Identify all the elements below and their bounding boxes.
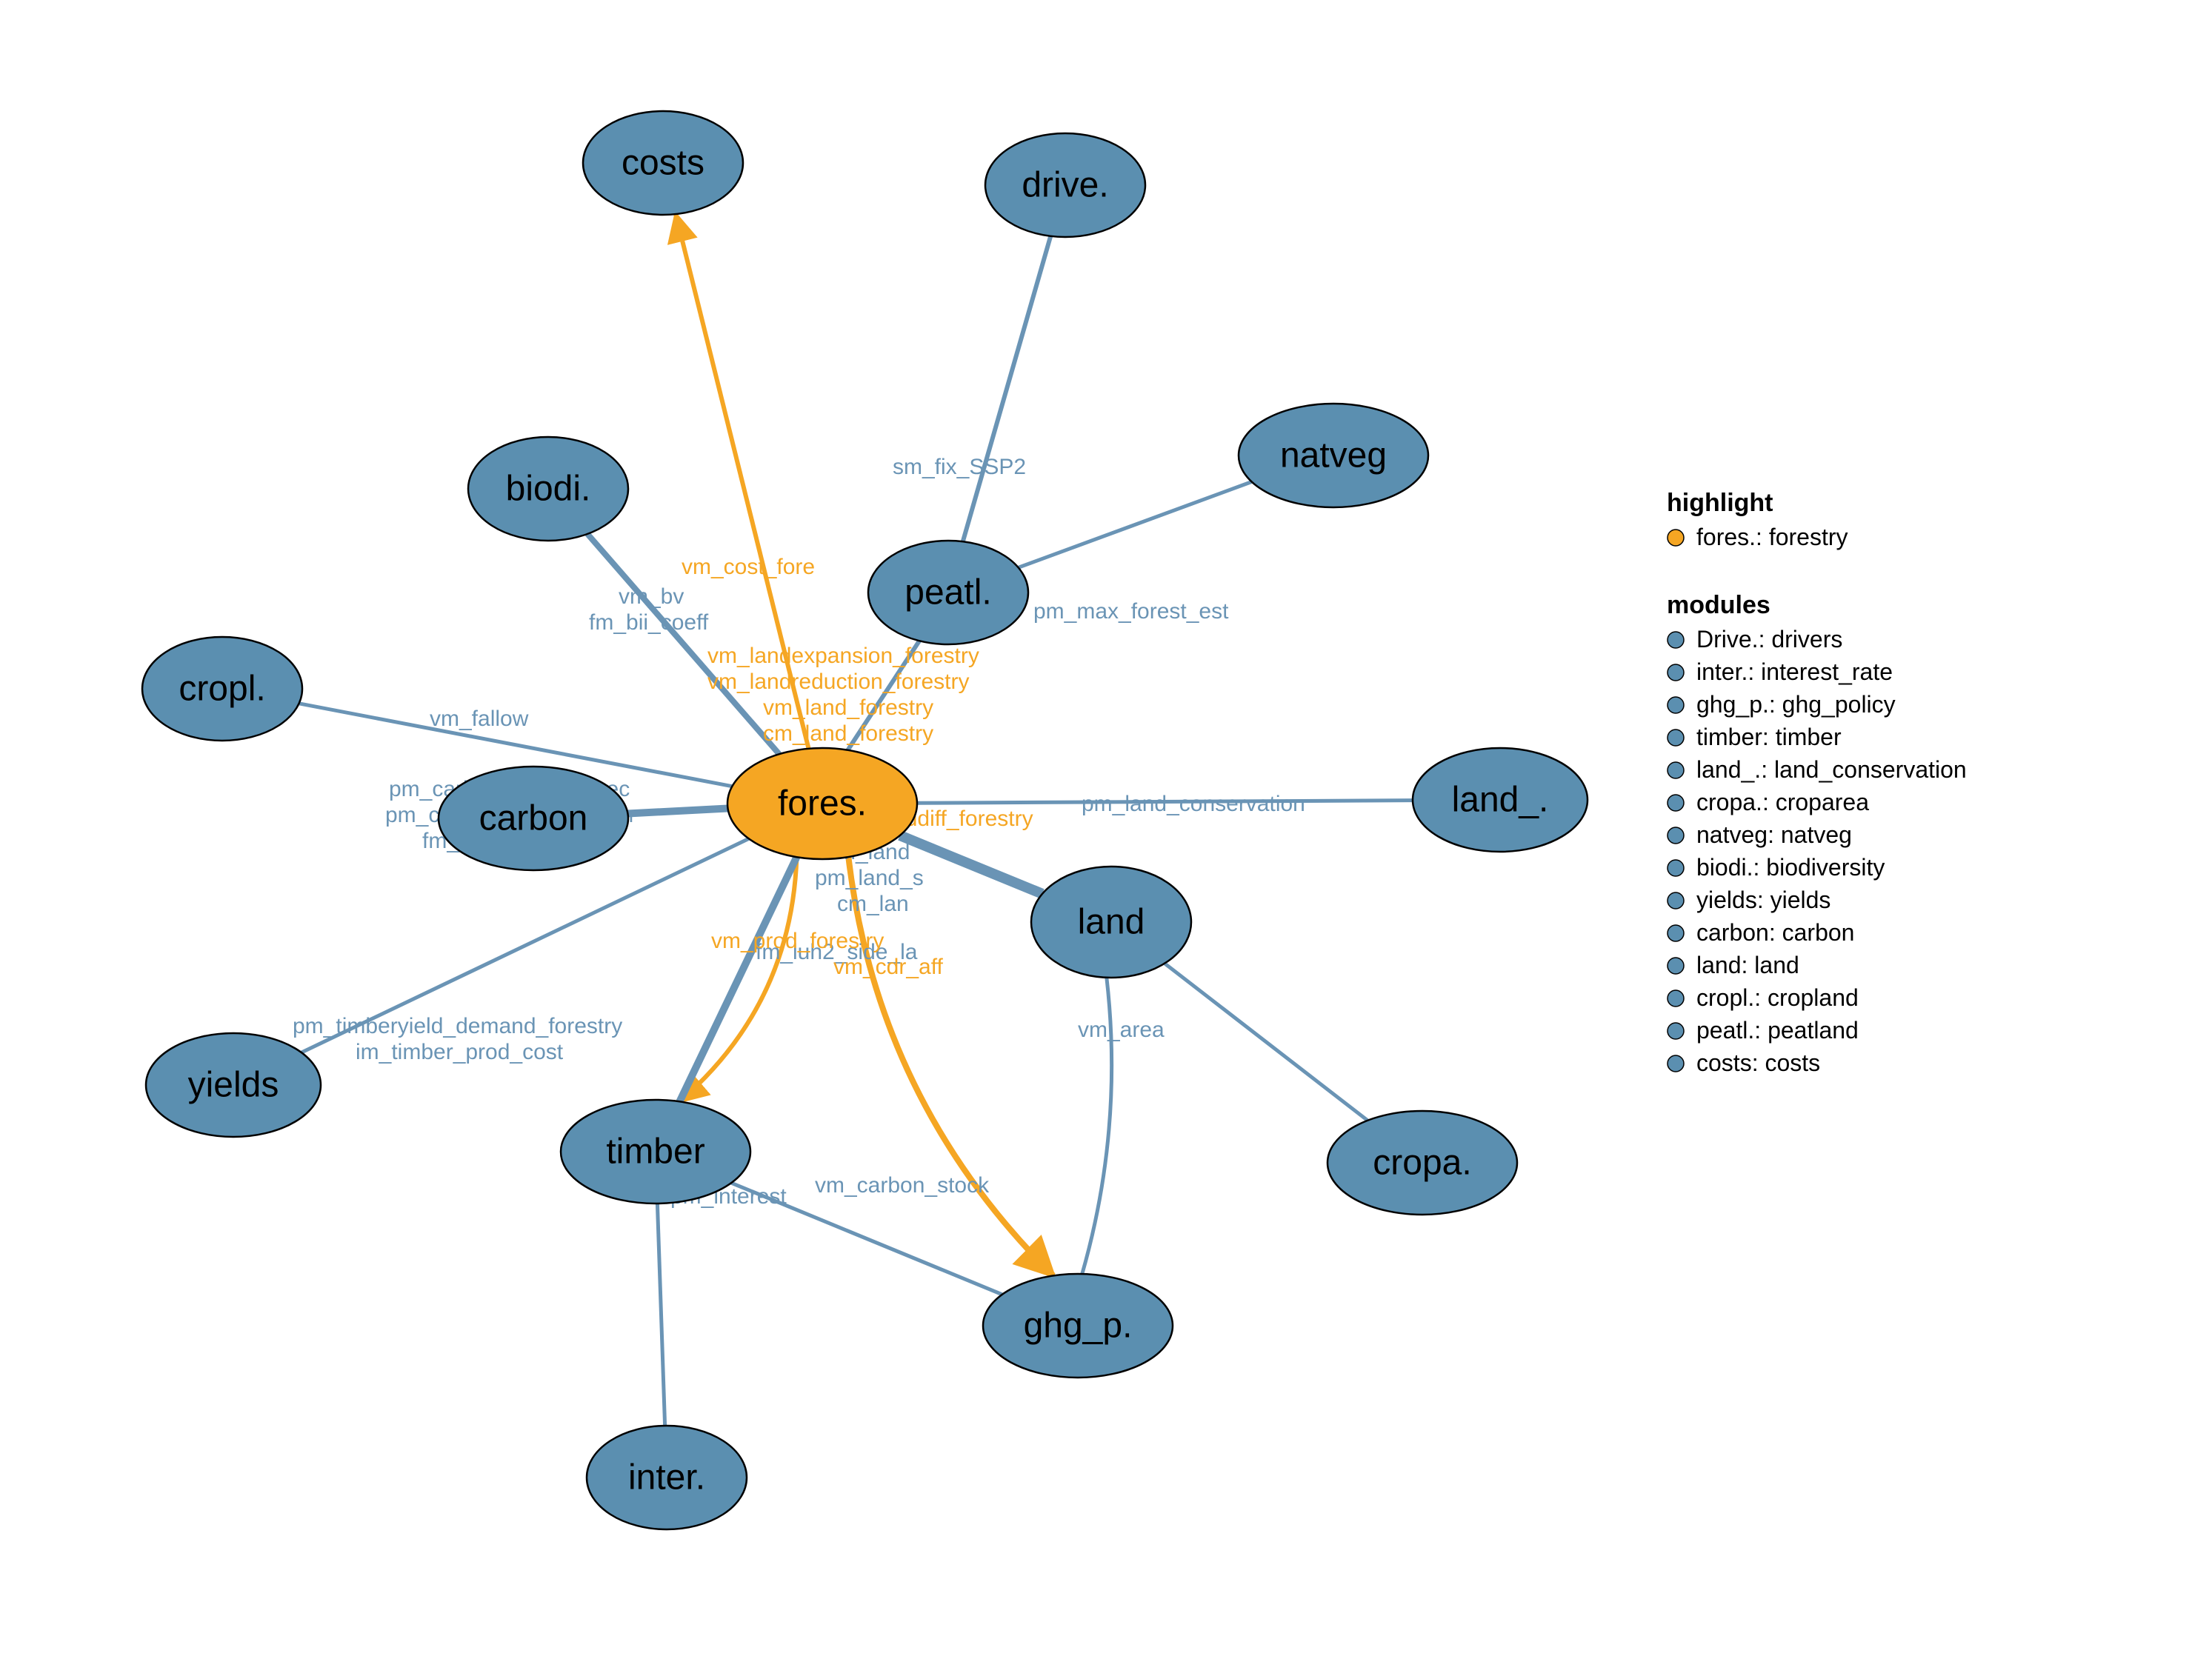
module-network-diagram: sm_fix_SSP2 pm_max_forest_est vm_bvfm_bii_… [0, 0, 2212, 1659]
node-cropa: cropa. [1327, 1111, 1517, 1215]
legend-highlight-item: fores.: forestry [1696, 524, 1848, 550]
legend-dot-blue-icon [1668, 827, 1684, 844]
node-label: ghg_p. [1024, 1306, 1133, 1346]
edge-inter-timber [657, 1204, 664, 1426]
legend-module-item: cropa.: croparea [1696, 789, 1869, 815]
node-drive: drive. [985, 133, 1145, 237]
legend-dot-blue-icon [1668, 632, 1684, 648]
legend-modules-title: modules [1667, 591, 1770, 619]
node-label: peatl. [905, 573, 991, 612]
node-label: timber [606, 1132, 704, 1172]
edge-label: vm_prod_forestry [711, 929, 884, 953]
node-costs: costs [583, 111, 743, 215]
edge-label: vm_landreduction_forestry [707, 670, 970, 694]
legend-module-item: land: land [1696, 952, 1799, 978]
edge-label: vm_carbon_stock [815, 1173, 990, 1198]
edge-label: cm_lan [837, 892, 909, 916]
legend-dot-blue-icon [1668, 795, 1684, 811]
node-land: land [1031, 867, 1191, 978]
legend: highlight fores.: forestry modules Drive.: … [1667, 489, 1967, 1076]
legend-module-item: inter.: interest_rate [1696, 658, 1893, 685]
edge-label: vm_bv [619, 584, 684, 609]
legend-dot-blue-icon [1668, 860, 1684, 876]
edge-fores-costs [676, 214, 808, 749]
node-label: fores. [778, 784, 867, 824]
node-label: biodi. [506, 470, 591, 509]
edge-timber-fores [679, 857, 796, 1101]
node-natveg: natveg [1239, 404, 1428, 507]
edge-label: vm_area [1078, 1018, 1165, 1042]
node-label: drive. [1022, 166, 1108, 205]
legend-dot-blue-icon [1668, 958, 1684, 974]
node-label: natveg [1280, 436, 1387, 475]
legend-dot-blue-icon [1668, 762, 1684, 778]
edge-label: vm_land_forestry [763, 695, 933, 720]
edge-fores-ghgp [848, 857, 1053, 1275]
edge-label: pm_timberyield_demand_forestry [293, 1014, 622, 1038]
node-label: inter. [628, 1458, 705, 1498]
legend-module-item: peatl.: peatland [1696, 1017, 1859, 1044]
node-label: carbon [479, 799, 588, 838]
nodes-layer: costs drive. biodi. natveg peatl. cropl. carbo… [142, 111, 1588, 1529]
legend-dot-blue-icon [1668, 1023, 1684, 1039]
node-label: yields [188, 1066, 279, 1105]
legend-dot-blue-icon [1668, 1055, 1684, 1072]
legend-dot-blue-icon [1668, 697, 1684, 713]
edge-label: pm_land_conservation [1082, 792, 1305, 816]
edge-natveg-peatl [1019, 482, 1252, 568]
legend-module-item: biodi.: biodiversity [1696, 854, 1885, 881]
node-label: land_. [1452, 781, 1549, 820]
legend-module-item: carbon: carbon [1696, 919, 1854, 946]
node-biodi: biodi. [468, 437, 628, 541]
node-label: land [1078, 903, 1145, 942]
legend-dot-blue-icon [1668, 892, 1684, 909]
legend-highlight-title: highlight [1667, 489, 1773, 517]
node-label: cropa. [1373, 1144, 1471, 1183]
edge-carbon-fores [627, 809, 727, 814]
edge-label: vm_landexpansion_forestry [707, 644, 979, 668]
edge-label: fm_bii_coeff [589, 610, 709, 635]
legend-dot-blue-icon [1668, 925, 1684, 941]
legend-module-item: costs: costs [1696, 1049, 1820, 1076]
node-fores: fores. [727, 748, 917, 859]
node-inter: inter. [587, 1426, 747, 1529]
node-cropl: cropl. [142, 637, 302, 741]
edge-label: pm_land_s [815, 866, 924, 890]
edge-label: sm_fix_SSP2 [893, 455, 1026, 479]
legend-module-item: Drive.: drivers [1696, 626, 1842, 652]
node-label: cropl. [179, 670, 265, 709]
legend-dot-orange-icon [1668, 530, 1684, 546]
node-ghgp: ghg_p. [983, 1274, 1173, 1378]
edge-label: vm_cost_fore [682, 555, 815, 579]
edge-cropa-land [1165, 964, 1367, 1121]
legend-dot-blue-icon [1668, 664, 1684, 681]
legend-dot-blue-icon [1668, 990, 1684, 1007]
legend-module-item: cropl.: cropland [1696, 984, 1859, 1011]
legend-module-item: natveg: natveg [1696, 821, 1852, 848]
edge-label: pm_max_forest_est [1033, 599, 1229, 624]
legend-dot-blue-icon [1668, 730, 1684, 746]
legend-module-item: timber: timber [1696, 724, 1842, 750]
node-timber: timber [561, 1100, 750, 1204]
node-land_: land_. [1413, 748, 1588, 852]
edge-label: vm_fallow [430, 707, 529, 731]
edge-label: cm_land_forestry [763, 721, 933, 746]
legend-module-item: yields: yields [1696, 887, 1830, 913]
edge-drive-peatl [963, 236, 1050, 541]
legend-module-item: ghg_p.: ghg_policy [1696, 691, 1896, 718]
legend-module-item: land_.: land_conservation [1696, 756, 1967, 783]
edge-label: vm_cdr_aff [833, 955, 944, 979]
node-carbon: carbon [439, 767, 628, 870]
node-yields: yields [146, 1033, 321, 1137]
node-label: costs [622, 144, 704, 183]
node-peatl: peatl. [868, 541, 1028, 644]
edge-label: im_timber_prod_cost [356, 1040, 564, 1064]
